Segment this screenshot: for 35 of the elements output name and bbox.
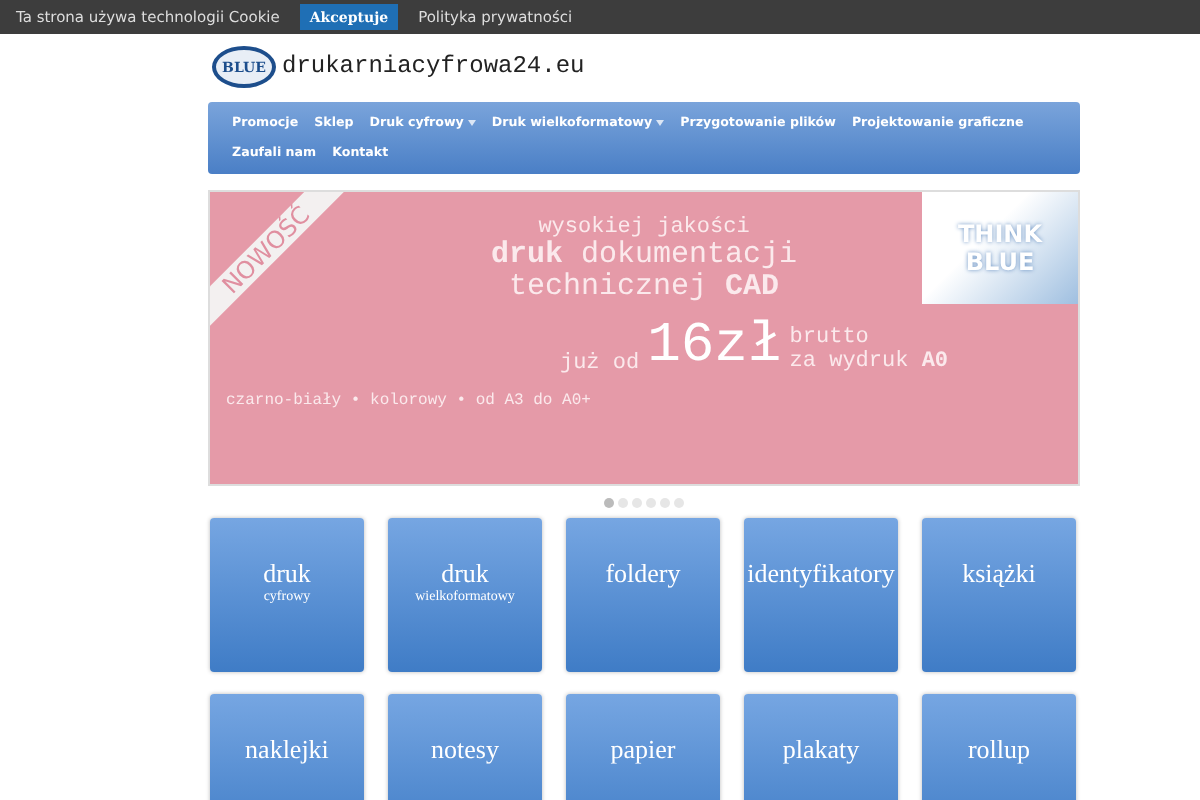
banner-text: czarno-biały • kolorowy • od A3 do A0+ — [226, 391, 591, 409]
carousel-dot[interactable] — [660, 498, 670, 508]
tile-title: druk — [263, 558, 311, 588]
tile-title: książki — [962, 558, 1036, 588]
tile-title: druk — [441, 558, 489, 588]
category-tile[interactable]: rollup — [922, 694, 1076, 800]
banner-text: za wydruk A0 — [789, 350, 949, 375]
tile-title: naklejki — [245, 734, 329, 764]
tile-title: foldery — [605, 558, 681, 588]
carousel-dot[interactable] — [604, 498, 614, 508]
caret-icon — [656, 120, 665, 126]
site-name[interactable]: drukarniacyfrowa24.eu — [282, 52, 585, 80]
category-tile[interactable]: plakaty — [744, 694, 898, 800]
banner-text: wysokiej jakości — [538, 216, 750, 240]
banner-text: brutto — [789, 326, 869, 351]
tile-title: identyfikatory — [747, 558, 895, 588]
category-tile[interactable]: papier — [566, 694, 720, 800]
category-tile[interactable]: foldery — [566, 518, 720, 672]
banner-text: technicznej CAD — [508, 271, 780, 303]
category-tile[interactable]: książki — [922, 518, 1076, 672]
carousel-dot[interactable] — [646, 498, 656, 508]
tile-title: notesy — [431, 734, 499, 764]
banner-price: 16zł — [647, 319, 782, 375]
banner-text: druk dokumentacji — [490, 240, 798, 272]
category-tile[interactable]: identyfikatory — [744, 518, 898, 672]
carousel-dot[interactable] — [632, 498, 642, 508]
category-tile[interactable]: notesy — [388, 694, 542, 800]
tile-title: plakaty — [782, 734, 860, 764]
tile-title: rollup — [967, 734, 1031, 764]
caret-icon — [467, 120, 476, 126]
tile-title: papier — [610, 734, 676, 764]
carousel-dot[interactable] — [674, 498, 684, 508]
category-tile[interactable]: naklejki — [210, 694, 364, 800]
carousel-dot[interactable] — [618, 498, 628, 508]
banner-text: już od — [559, 351, 640, 375]
